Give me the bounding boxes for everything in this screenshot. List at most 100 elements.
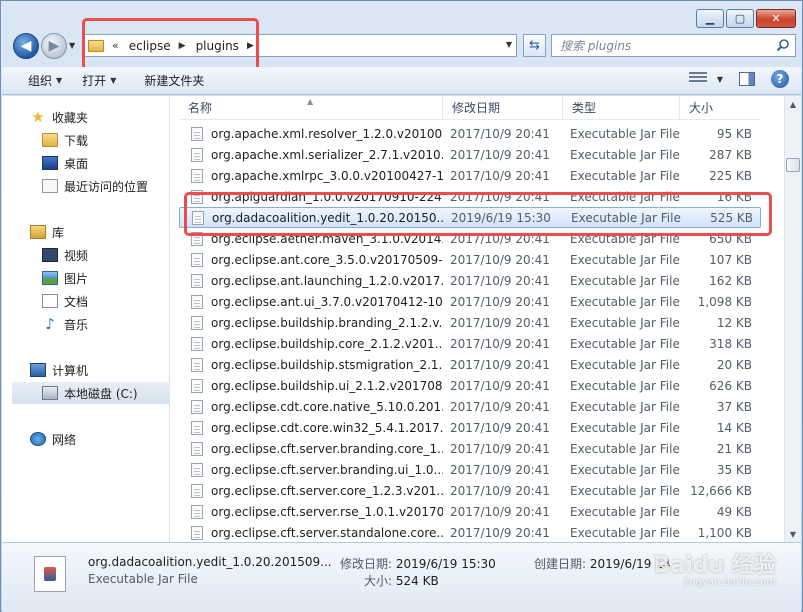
file-name-cell: org.eclipse.cft.server.core_1.2.3.v201..… — [179, 483, 443, 498]
details-file-name: org.dadacoalition.yedit_1.0.20.201509... — [88, 555, 332, 569]
details-size-label: 大小: — [364, 574, 393, 588]
scroll-down-button[interactable]: ▼ — [785, 526, 801, 542]
file-name-cell: org.eclipse.cft.server.rse_1.0.1.v20170.… — [179, 504, 443, 519]
file-size: 35 KB — [716, 462, 752, 477]
view-controls: ▼ ? — [688, 70, 789, 88]
library-icon — [30, 225, 46, 239]
table-row[interactable]: org.eclipse.cft.server.core_1.2.3.v201..… — [179, 480, 761, 501]
sidebar-item-music[interactable]: ♪ 音乐 — [42, 313, 170, 335]
file-name-cell: org.eclipse.ant.ui_3.7.0.v20170412-10... — [179, 294, 443, 309]
sidebar-item-documents[interactable]: 文档 — [42, 290, 170, 312]
table-row[interactable]: org.apache.xml.resolver_1.2.0.v20100... 2… — [179, 123, 761, 144]
jar-file-icon — [191, 462, 203, 477]
change-view-button[interactable]: ▼ — [688, 72, 723, 86]
file-type: Executable Jar File — [570, 441, 680, 456]
refresh-button[interactable]: ⇆ — [523, 34, 546, 57]
file-type: Executable Jar File — [570, 399, 680, 414]
address-dropdown[interactable]: ▼ — [506, 40, 512, 49]
file-size: 225 KB — [709, 168, 752, 183]
jar-file-icon — [191, 357, 203, 372]
drive-icon — [42, 386, 58, 400]
file-name-cell: org.apache.xml.resolver_1.2.0.v20100... — [179, 126, 443, 141]
column-header-date[interactable]: 修改日期 — [443, 96, 563, 119]
file-name-cell: org.eclipse.buildship.ui_2.1.2.v201708..… — [179, 378, 443, 393]
vertical-scrollbar[interactable]: ▲ ▼ — [784, 96, 801, 542]
file-name-cell: org.eclipse.ant.core_3.5.0.v20170509-... — [179, 252, 443, 267]
table-row[interactable]: org.eclipse.buildship.core_2.1.2.v201...… — [179, 333, 761, 354]
table-row[interactable]: org.eclipse.ant.core_3.5.0.v20170509-...… — [179, 249, 761, 270]
file-name: org.eclipse.cft.server.standalone.core..… — [211, 525, 443, 540]
file-name-cell: org.apache.xmlrpc_3.0.0.v20100427-1... — [179, 168, 443, 183]
file-date: 2017/10/9 20:41 — [450, 357, 550, 372]
table-row[interactable]: org.eclipse.cft.server.branding.core_1..… — [179, 438, 761, 459]
file-date: 2017/10/9 20:41 — [450, 315, 550, 330]
file-name-cell: org.eclipse.cft.server.standalone.core..… — [179, 525, 443, 540]
search-input[interactable]: 搜索 plugins — [551, 34, 796, 57]
organize-button[interactable]: 组织 ▼ — [28, 72, 62, 89]
jar-file-icon — [191, 525, 203, 540]
maximize-button[interactable]: ▢ — [726, 9, 754, 28]
annotation-highlight-selected-file — [184, 192, 772, 236]
organize-label: 组织 — [28, 74, 53, 88]
recent-pages-dropdown[interactable]: ▼ — [69, 41, 75, 50]
column-header-name[interactable]: ▲ 名称 — [179, 96, 443, 119]
back-button[interactable]: ◀ — [13, 33, 39, 59]
details-size-value: 524 KB — [395, 574, 439, 588]
file-date: 2017/10/9 20:41 — [450, 399, 550, 414]
sidebar-item-pictures[interactable]: 图片 — [42, 267, 170, 289]
file-size: 95 KB — [716, 126, 752, 141]
table-row[interactable]: org.eclipse.buildship.ui_2.1.2.v201708..… — [179, 375, 761, 396]
sidebar-item-local-disk-c[interactable]: 本地磁盘 (C:) — [12, 382, 170, 404]
sidebar-item-videos[interactable]: 视频 — [42, 244, 170, 266]
forward-button[interactable]: ▶ — [41, 33, 67, 59]
file-type: Executable Jar File — [570, 273, 680, 288]
file-type: Executable Jar File — [570, 462, 680, 477]
file-size: 37 KB — [716, 399, 752, 414]
sidebar-item-label: 本地磁盘 (C:) — [64, 386, 138, 401]
baidu-watermark-url: jingyan.baidu.com — [683, 577, 776, 588]
file-name: org.eclipse.cft.server.branding.ui_1.0..… — [211, 462, 443, 477]
file-type: Executable Jar File — [570, 126, 680, 141]
details-file-type: Executable Jar File — [88, 572, 198, 586]
new-folder-button[interactable]: 新建文件夹 — [144, 72, 204, 89]
sidebar-libraries[interactable]: 库 — [30, 221, 170, 243]
file-date: 2017/10/9 20:41 — [450, 483, 550, 498]
table-row[interactable]: org.eclipse.buildship.stsmigration_2.1..… — [179, 354, 761, 375]
file-size: 12,666 KB — [690, 483, 752, 498]
column-header-size[interactable]: 大小 — [680, 96, 761, 119]
close-button[interactable]: ✕ — [756, 9, 796, 28]
file-size: 12 KB — [716, 315, 752, 330]
sidebar-computer[interactable]: 计算机 — [30, 359, 170, 381]
file-name: org.eclipse.ant.core_3.5.0.v20170509-... — [211, 252, 443, 267]
file-date: 2017/10/9 20:41 — [450, 147, 550, 162]
sidebar-item-downloads[interactable]: 下载 — [42, 129, 170, 151]
open-button[interactable]: 打开 ▼ — [82, 72, 116, 89]
scroll-thumb[interactable] — [786, 158, 800, 172]
help-icon[interactable]: ? — [771, 70, 789, 88]
file-type: Executable Jar File — [570, 483, 680, 498]
sidebar-favorites[interactable]: ★ 收藏夹 — [30, 106, 170, 128]
file-name: org.eclipse.cft.server.core_1.2.3.v201..… — [211, 483, 443, 498]
table-row[interactable]: org.eclipse.cdt.core.native_5.10.0.201..… — [179, 396, 761, 417]
table-row[interactable]: org.eclipse.cft.server.standalone.core..… — [179, 522, 761, 542]
table-row[interactable]: org.eclipse.cft.server.rse_1.0.1.v20170.… — [179, 501, 761, 522]
table-row[interactable]: org.eclipse.cdt.core.win32_5.4.1.2017...… — [179, 417, 761, 438]
jar-file-icon — [191, 147, 203, 162]
table-row[interactable]: org.apache.xml.serializer_2.7.1.v2010...… — [179, 144, 761, 165]
table-row[interactable]: org.eclipse.buildship.branding_2.1.2.v..… — [179, 312, 761, 333]
minimize-button[interactable]: ▁ — [696, 9, 724, 28]
jar-file-icon — [191, 441, 203, 456]
scroll-up-button[interactable]: ▲ — [785, 96, 801, 112]
preview-pane-icon[interactable] — [739, 72, 755, 86]
sidebar-network[interactable]: 网络 — [30, 428, 170, 450]
file-name-cell: org.apache.xml.serializer_2.7.1.v2010... — [179, 147, 443, 162]
table-row[interactable]: org.eclipse.ant.launching_1.2.0.v2017...… — [179, 270, 761, 291]
column-header-type[interactable]: 类型 — [563, 96, 680, 119]
sidebar-item-desktop[interactable]: 桌面 — [42, 152, 170, 174]
table-row[interactable]: org.eclipse.ant.ui_3.7.0.v20170412-10...… — [179, 291, 761, 312]
table-row[interactable]: org.eclipse.cft.server.branding.ui_1.0..… — [179, 459, 761, 480]
sidebar-computer-label: 计算机 — [52, 363, 89, 378]
table-row[interactable]: org.apache.xmlrpc_3.0.0.v20100427-1... 20… — [179, 165, 761, 186]
sidebar-item-recent[interactable]: 最近访问的位置 — [42, 175, 170, 197]
chevron-down-icon: ▼ — [110, 76, 117, 85]
